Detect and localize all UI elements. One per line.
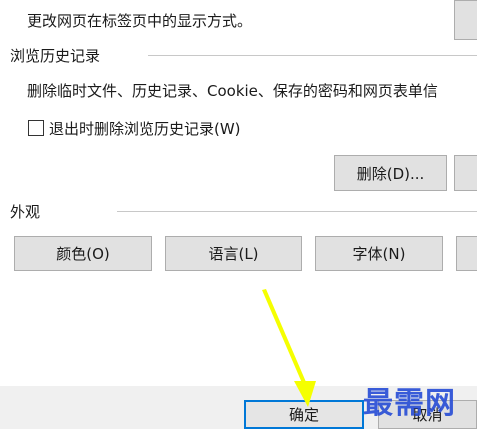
accessibility-button-partial[interactable]: [456, 236, 477, 271]
history-settings-button-partial[interactable]: [454, 155, 477, 191]
ok-button[interactable]: 确定: [244, 400, 364, 429]
tabs-description: 更改网页在标签页中的显示方式。: [27, 12, 253, 30]
history-section-title: 浏览历史记录: [10, 47, 101, 65]
delete-history-on-exit-checkbox[interactable]: [28, 120, 44, 136]
appearance-section-title: 外观: [10, 203, 41, 221]
colors-button[interactable]: 颜色(O): [14, 236, 152, 271]
tabs-settings-button-partial[interactable]: [454, 0, 477, 40]
history-section-divider: [148, 55, 477, 56]
languages-button[interactable]: 语言(L): [165, 236, 302, 271]
delete-history-on-exit-label[interactable]: 退出时删除浏览历史记录(W): [49, 118, 241, 139]
watermark-logo: 最需网: [363, 386, 456, 421]
history-description: 删除临时文件、历史记录、Cookie、保存的密码和网页表单信: [27, 82, 438, 100]
fonts-button[interactable]: 字体(N): [315, 236, 443, 271]
appearance-section-divider: [117, 211, 477, 212]
delete-history-button[interactable]: 删除(D)...: [334, 155, 447, 191]
